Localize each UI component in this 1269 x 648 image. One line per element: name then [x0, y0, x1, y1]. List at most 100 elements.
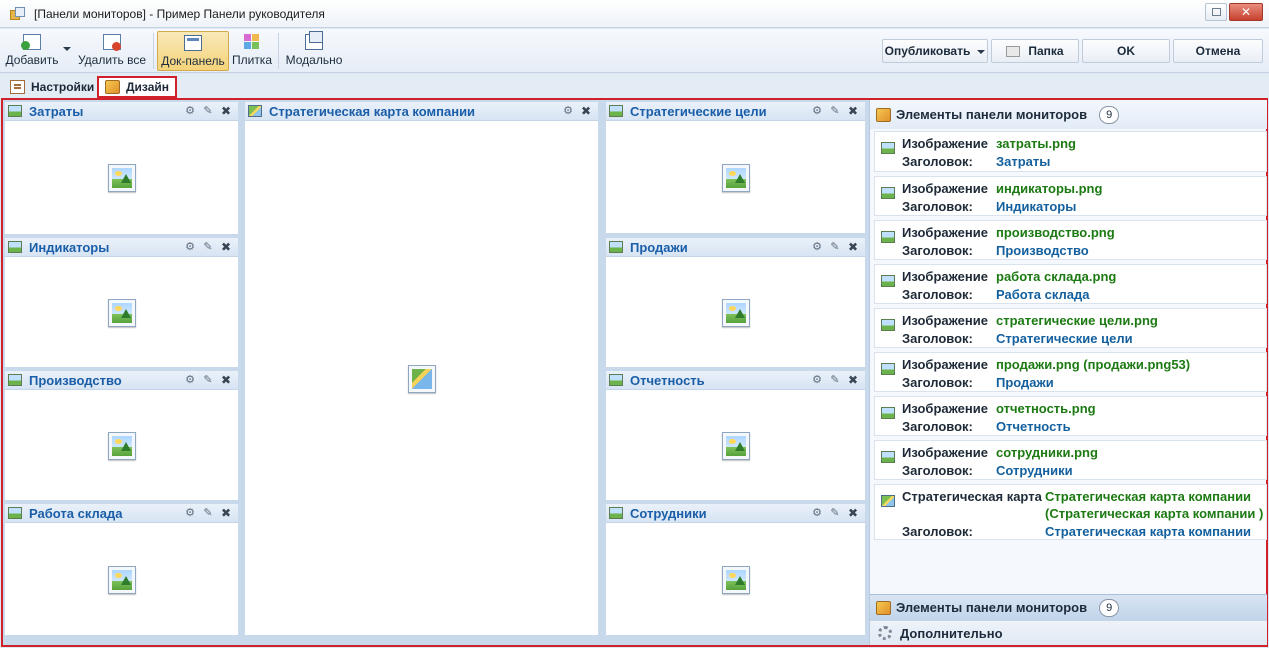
dock-panel[interactable]: Производство ⚙ ✎ ✖: [5, 371, 238, 500]
strategy-map-panel[interactable]: Стратегическая карта компании ⚙ ✖: [245, 102, 598, 635]
list-item[interactable]: Изображение отчетность.png Заголовок: От…: [874, 396, 1267, 436]
close-icon[interactable]: ✖: [220, 241, 232, 253]
list-item[interactable]: Изображение стратегические цели.png Заго…: [874, 308, 1267, 348]
gear-icon[interactable]: ⚙: [811, 374, 823, 386]
dock-panel[interactable]: Затраты ⚙ ✎ ✖: [5, 102, 238, 234]
list-item[interactable]: Изображение продажи.png (продажи.png53) …: [874, 352, 1267, 392]
image-icon: [881, 187, 895, 199]
add-button[interactable]: Добавить: [2, 31, 62, 71]
close-icon[interactable]: ✖: [580, 105, 592, 117]
panel-body: [5, 391, 238, 500]
pin-icon[interactable]: ✎: [202, 507, 214, 519]
elements-icon: [876, 107, 891, 122]
close-icon[interactable]: ✖: [220, 105, 232, 117]
toolbar-separator: [278, 33, 279, 69]
gear-icon[interactable]: ⚙: [811, 507, 823, 519]
list-item[interactable]: Изображение работа склада.png Заголовок:…: [874, 264, 1267, 304]
dock-panel[interactable]: Индикаторы ⚙ ✎ ✖: [5, 238, 238, 367]
pin-icon[interactable]: ✎: [202, 374, 214, 386]
dock-panel-button[interactable]: Док-панель: [157, 31, 229, 71]
gear-icon[interactable]: ⚙: [184, 241, 196, 253]
pin-icon[interactable]: ✎: [202, 105, 214, 117]
panel-body: [5, 122, 238, 234]
restore-button[interactable]: [1205, 3, 1227, 21]
add-icon: [21, 34, 41, 50]
item-caption-label: Заголовок:: [902, 331, 973, 346]
pin-icon[interactable]: ✎: [829, 241, 841, 253]
image-icon: [881, 142, 895, 154]
item-caption-label: Заголовок:: [902, 243, 973, 258]
toolbar-separator: [153, 33, 154, 69]
panel-header[interactable]: Производство ⚙ ✎ ✖: [5, 371, 238, 390]
item-caption-label: Заголовок:: [902, 287, 973, 302]
item-type: Изображение: [902, 181, 988, 196]
item-caption: Стратегические цели: [996, 331, 1133, 346]
panel-header[interactable]: Стратегическая карта компании ⚙ ✖: [245, 102, 598, 121]
pin-icon[interactable]: ✎: [829, 374, 841, 386]
item-caption: Отчетность: [996, 419, 1071, 434]
app-icon: [10, 6, 26, 21]
gear-icon[interactable]: ⚙: [811, 241, 823, 253]
gear-icon[interactable]: ⚙: [184, 374, 196, 386]
gear-icon[interactable]: ⚙: [184, 105, 196, 117]
close-icon[interactable]: ✖: [220, 507, 232, 519]
tile-label: Плитка: [231, 53, 272, 67]
panel-header[interactable]: Затраты ⚙ ✎ ✖: [5, 102, 238, 121]
panel-body: [245, 122, 598, 635]
panel-header[interactable]: Продажи ⚙ ✎ ✖: [606, 238, 865, 257]
tab-design[interactable]: Дизайн: [97, 76, 178, 98]
dock-panel[interactable]: Стратегические цели ⚙ ✎ ✖: [606, 102, 865, 233]
panel-header[interactable]: Сотрудники ⚙ ✎ ✖: [606, 504, 865, 523]
dock-panel[interactable]: Продажи ⚙ ✎ ✖: [606, 238, 865, 367]
image-placeholder-icon: [107, 164, 136, 192]
pin-icon[interactable]: ✎: [829, 105, 841, 117]
delete-all-icon: [103, 34, 121, 51]
additional-section-header[interactable]: Дополнительно: [870, 620, 1267, 645]
modal-button[interactable]: Модально: [283, 31, 345, 71]
publish-button[interactable]: Опубликовать: [882, 39, 988, 63]
list-item[interactable]: Изображение затраты.png Заголовок: Затра…: [874, 131, 1267, 172]
gear-icon[interactable]: ⚙: [811, 105, 823, 117]
panel-header[interactable]: Стратегические цели ⚙ ✎ ✖: [606, 102, 865, 121]
panel-header[interactable]: Отчетность ⚙ ✎ ✖: [606, 371, 865, 390]
close-window-button[interactable]: ✕: [1229, 3, 1263, 21]
close-icon[interactable]: ✖: [847, 241, 859, 253]
add-dropdown-arrow-icon[interactable]: [63, 47, 71, 51]
ok-button[interactable]: OK: [1082, 39, 1170, 63]
close-icon[interactable]: ✖: [847, 105, 859, 117]
tile-button[interactable]: Плитка: [230, 31, 274, 71]
pin-icon[interactable]: ✎: [829, 507, 841, 519]
cancel-button[interactable]: Отмена: [1173, 39, 1263, 63]
panel-title: Работа склада: [29, 505, 123, 521]
list-item[interactable]: Стратегическая карта Стратегическая карт…: [874, 484, 1267, 540]
image-icon: [8, 241, 22, 253]
list-item[interactable]: Изображение сотрудники.png Заголовок: Со…: [874, 440, 1267, 480]
panel-header[interactable]: Работа склада ⚙ ✎ ✖: [5, 504, 238, 523]
gear-icon[interactable]: ⚙: [184, 507, 196, 519]
tab-settings[interactable]: Настройки: [4, 77, 100, 97]
item-value: Стратегическая карта компании: [1045, 489, 1252, 504]
panel-header[interactable]: Индикаторы ⚙ ✎ ✖: [5, 238, 238, 257]
list-item[interactable]: Изображение производство.png Заголовок: …: [874, 220, 1267, 260]
item-caption: Работа склада: [996, 287, 1090, 302]
panel-title: Стратегические цели: [630, 103, 767, 119]
dock-panel[interactable]: Отчетность ⚙ ✎ ✖: [606, 371, 865, 500]
close-icon[interactable]: ✖: [847, 374, 859, 386]
image-icon: [8, 374, 22, 386]
close-icon[interactable]: ✖: [220, 374, 232, 386]
pin-icon[interactable]: ✎: [202, 241, 214, 253]
image-placeholder-icon: [721, 163, 750, 192]
panel-body: [606, 524, 865, 635]
delete-all-button[interactable]: Удалить все: [76, 31, 148, 71]
design-tab-icon: [105, 80, 120, 94]
gear-icon[interactable]: ⚙: [562, 105, 574, 117]
folder-icon: [1006, 45, 1021, 57]
elements-section-header[interactable]: Элементы панели мониторов 9: [870, 594, 1267, 620]
dock-panel[interactable]: Сотрудники ⚙ ✎ ✖: [606, 504, 865, 635]
folder-button[interactable]: Папка: [991, 39, 1079, 63]
close-icon[interactable]: ✖: [847, 507, 859, 519]
list-item[interactable]: Изображение индикаторы.png Заголовок: Ин…: [874, 176, 1267, 216]
item-caption-label: Заголовок:: [902, 375, 973, 390]
item-value: работа склада.png: [996, 269, 1117, 284]
dock-panel[interactable]: Работа склада ⚙ ✎ ✖: [5, 504, 238, 635]
